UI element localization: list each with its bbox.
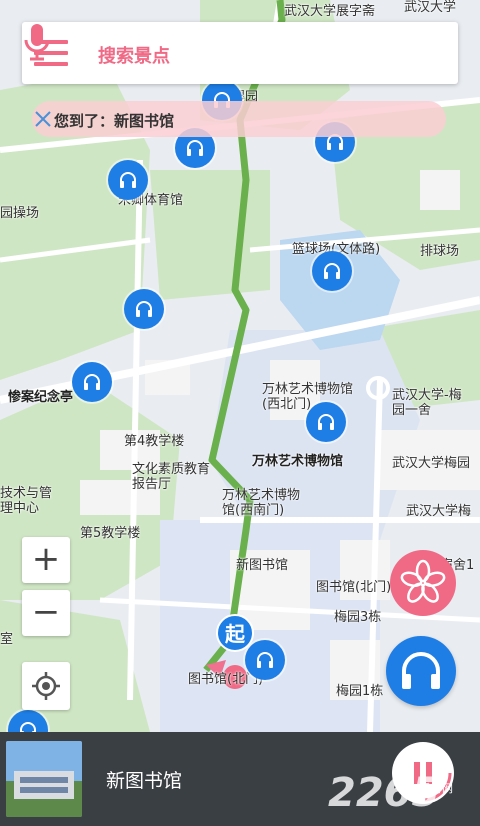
headphones-icon (136, 301, 152, 317)
crosshair-icon (32, 672, 60, 700)
headphones-icon (257, 652, 273, 668)
map-label: 万林艺术博物馆 (252, 454, 344, 469)
map-label: 排球场 (420, 244, 460, 259)
map-label: 新图书馆 (236, 558, 289, 573)
map-label: 武汉大学 (404, 0, 457, 15)
map-label: 惨案纪念亭 (8, 390, 74, 405)
player-title: 新图书馆 (106, 770, 183, 792)
map-label: 武汉大学展字斋 (284, 4, 376, 19)
zoom-out-button[interactable]: − (22, 590, 70, 636)
search-bar[interactable]: 搜索景点 (22, 22, 458, 84)
arrival-notice-text: 您到了：新图书馆 (54, 112, 175, 130)
map-label: 文化素质教育报告厅 (132, 462, 211, 492)
headphones-icon (84, 374, 100, 390)
map-label: 万林艺术博物馆(西南门) (222, 488, 301, 518)
map-label: 第5教学楼 (80, 526, 141, 541)
headphones-icon (324, 263, 340, 279)
audio-guide-marker[interactable] (108, 160, 148, 200)
map-label: 武汉大学-梅园一舍 (392, 388, 462, 418)
map-label: 园操场 (0, 206, 40, 221)
audio-guide-marker[interactable] (245, 640, 285, 680)
audio-guide-marker[interactable] (72, 362, 112, 402)
map-label: 武汉大学梅园 (392, 456, 471, 471)
watermark-subtext: 手游网 (420, 782, 453, 795)
audio-guide-marker[interactable] (306, 402, 346, 442)
headphones-icon (187, 140, 203, 156)
headphones-icon (20, 722, 36, 732)
map-view[interactable]: 武汉大学展字斋 武汉大学 樱园 宋卿体育馆 园操场 篮球场(文体路) 排球场 惨… (0, 0, 480, 732)
headphones-icon (402, 652, 440, 689)
audio-guide-marker[interactable] (312, 251, 352, 291)
microphone-icon[interactable] (22, 22, 52, 62)
zoom-in-button[interactable]: + (22, 537, 70, 583)
map-label: 图书馆(北门) (316, 580, 392, 595)
place-thumbnail[interactable] (6, 741, 82, 817)
sakura-flower-icon (400, 559, 446, 603)
locate-button[interactable] (22, 662, 70, 710)
map-label: 室 (0, 632, 14, 647)
headphones-icon (318, 414, 334, 430)
map-label: 第4教学楼 (124, 434, 185, 449)
map-label: 梅园3栋 (334, 610, 382, 625)
map-label: 武汉大学梅 (406, 504, 472, 519)
sakura-button[interactable] (390, 550, 456, 616)
audio-guide-button[interactable] (386, 636, 456, 706)
audio-guide-marker[interactable] (124, 289, 164, 329)
audio-player-bar: 新图书馆 2265 手游网 (0, 732, 480, 826)
building-photo-image (6, 741, 82, 817)
close-icon[interactable] (32, 108, 54, 130)
headphones-icon (120, 172, 136, 188)
map-label: 技术与管理中心 (0, 486, 53, 516)
map-label: 梅园1栋 (336, 684, 384, 699)
search-input[interactable]: 搜索景点 (98, 42, 170, 68)
route-start-marker[interactable]: 起 (216, 614, 254, 652)
arrival-notice: 您到了：新图书馆 (32, 101, 446, 137)
